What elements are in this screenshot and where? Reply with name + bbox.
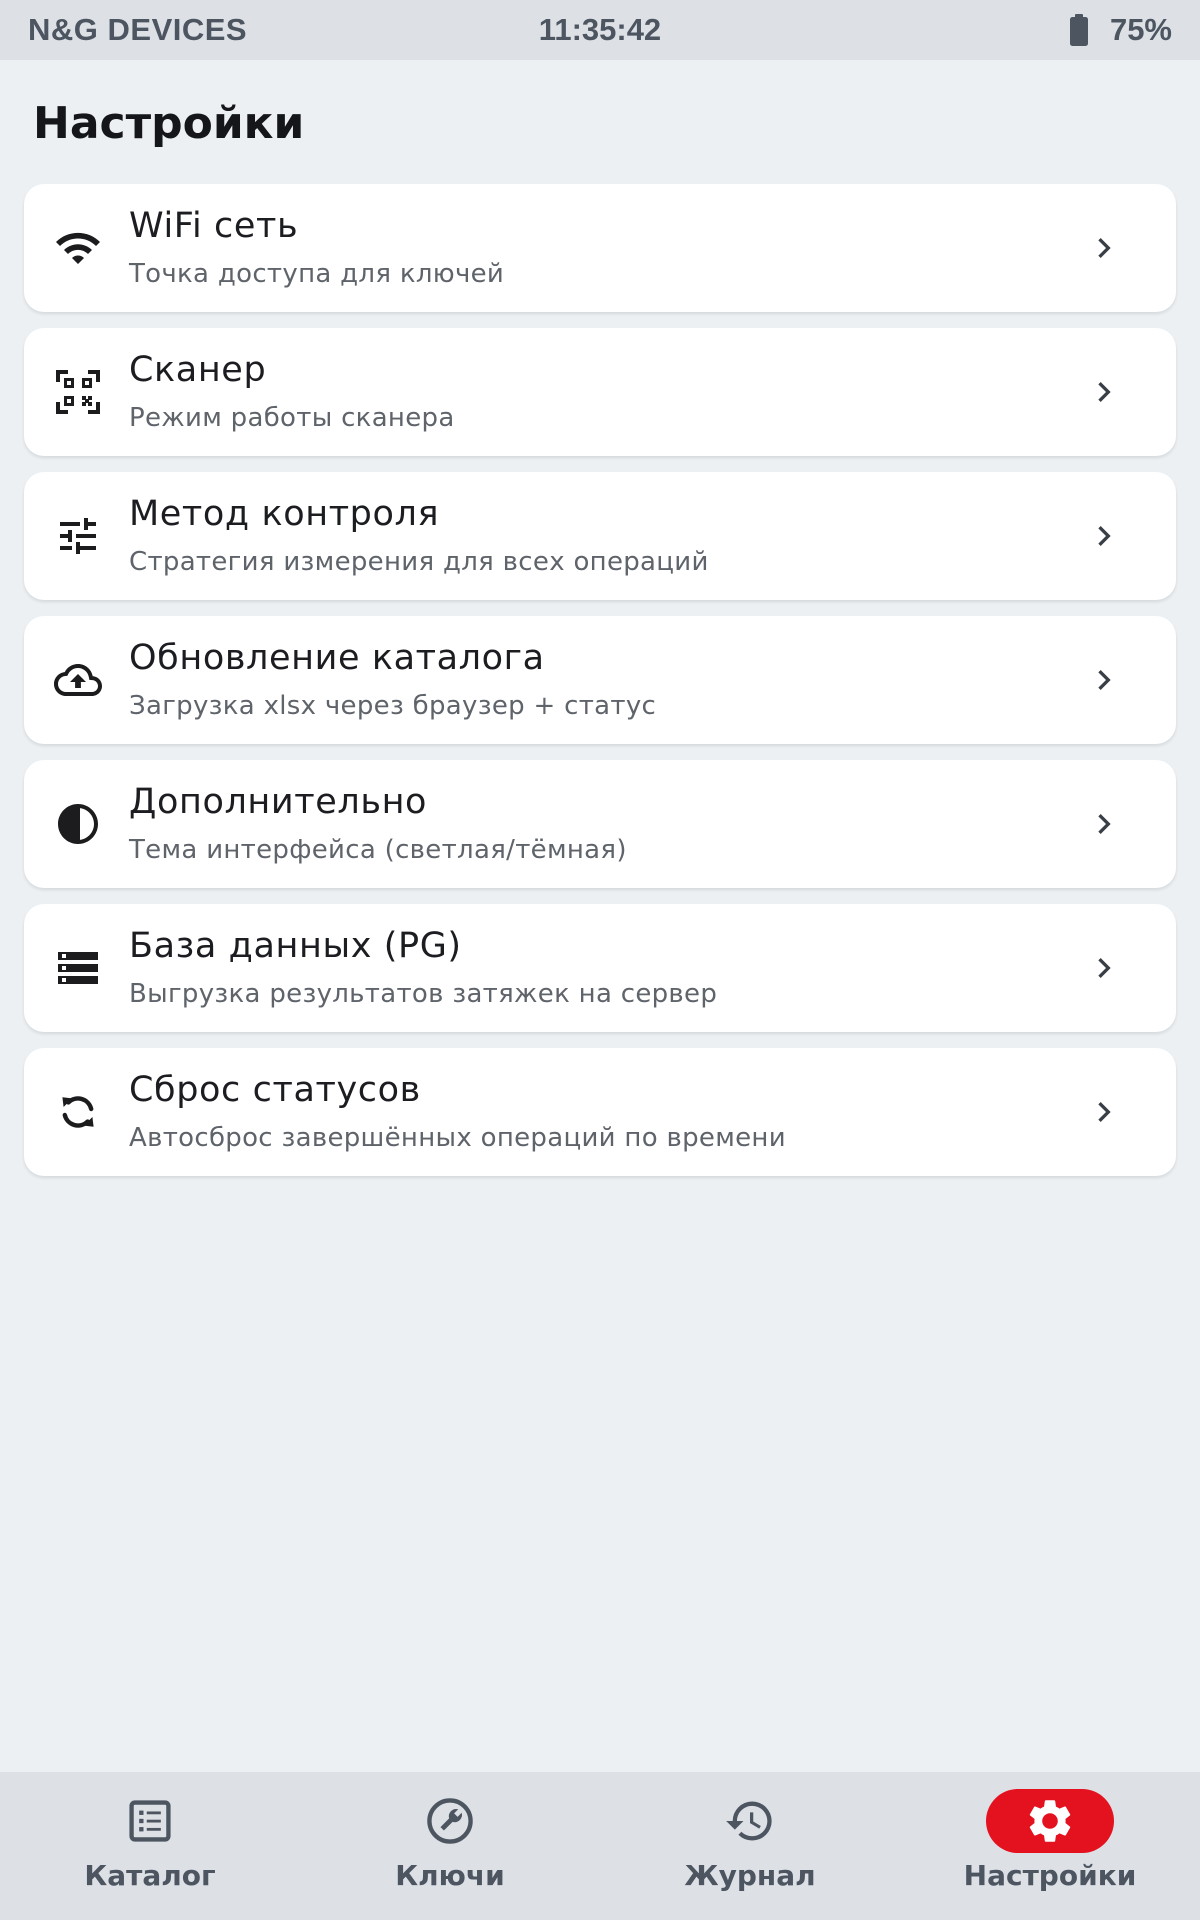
chevron-right-icon [1084,228,1124,268]
battery-percent: 75% [1109,12,1172,47]
history-icon [686,1789,814,1853]
refresh-icon [54,1088,102,1136]
settings-item-subtitle: Точка доступа для ключей [129,259,505,289]
chevron-right-icon [1084,372,1124,412]
settings-item-scanner[interactable]: Сканер Режим работы сканера [24,328,1176,456]
status-bar: N&G DEVICES 11:35:42 75% [0,0,1200,60]
nav-label: Журнал [684,1859,816,1892]
chevron-right-icon [1084,1092,1124,1132]
settings-icon [986,1789,1114,1853]
qr-scanner-icon [54,368,102,416]
contrast-icon [54,800,102,848]
nav-label: Каталог [84,1859,216,1892]
nav-item-catalog[interactable]: Каталог [0,1772,300,1920]
settings-item-title: Дополнительно [129,782,428,822]
settings-item-subtitle: Автосброс завершённых операций по времен… [129,1123,786,1153]
tune-icon [54,512,102,560]
settings-item-additional[interactable]: Дополнительно Тема интерфейса (светлая/т… [24,760,1176,888]
settings-item-title: Сканер [129,350,267,390]
battery-icon [1069,14,1088,46]
settings-item-subtitle: Режим работы сканера [129,403,455,433]
chevron-right-icon [1084,660,1124,700]
settings-item-status-reset[interactable]: Сброс статусов Автосброс завершённых опе… [24,1048,1176,1176]
nav-item-keys[interactable]: Ключи [300,1772,600,1920]
status-battery: 75% [1069,12,1172,48]
status-brand: N&G DEVICES [28,12,248,47]
settings-item-title: Метод контроля [129,494,440,534]
database-icon [54,944,102,992]
settings-item-subtitle: Выгрузка результатов затяжек на сервер [129,979,718,1009]
settings-item-database[interactable]: База данных (PG) Выгрузка результатов за… [24,904,1176,1032]
wifi-icon [54,224,102,272]
settings-item-title: Сброс статусов [129,1070,421,1110]
cloud-upload-icon [54,656,102,704]
settings-item-subtitle: Стратегия измерения для всех операций [129,547,709,577]
chevron-right-icon [1084,948,1124,988]
nav-item-journal[interactable]: Журнал [600,1772,900,1920]
nav-label: Настройки [963,1859,1137,1892]
settings-list: WiFi сеть Точка доступа для ключей Скане… [24,184,1176,1176]
bottom-nav: Каталог Ключи Журнал Настройки [0,1772,1200,1920]
settings-item-control-method[interactable]: Метод контроля Стратегия измерения для в… [24,472,1176,600]
nav-label: Ключи [395,1859,505,1892]
chevron-right-icon [1084,804,1124,844]
settings-item-subtitle: Тема интерфейса (светлая/тёмная) [129,835,627,865]
wrench-icon [386,1789,514,1853]
chevron-right-icon [1084,516,1124,556]
settings-item-catalog-update[interactable]: Обновление каталога Загрузка xlsx через … [24,616,1176,744]
settings-item-title: WiFi сеть [129,206,299,246]
nav-item-settings[interactable]: Настройки [900,1772,1200,1920]
page-title: Настройки [33,98,305,149]
settings-item-title: Обновление каталога [129,638,545,678]
settings-item-title: База данных (PG) [129,926,462,966]
catalog-icon [86,1789,214,1853]
settings-item-wifi[interactable]: WiFi сеть Точка доступа для ключей [24,184,1176,312]
settings-item-subtitle: Загрузка xlsx через браузер + статус [129,691,657,721]
